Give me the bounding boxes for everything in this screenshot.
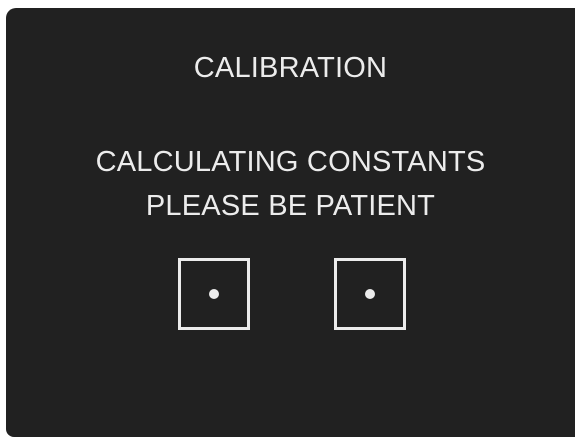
- target-center-dot-icon: [209, 289, 219, 299]
- calibration-target-icon-left: [178, 258, 250, 330]
- status-message-line-2: PLEASE BE PATIENT: [145, 190, 436, 222]
- status-message-line-1: CALCULATING CONSTANTS: [95, 146, 486, 178]
- screen-title: CALIBRATION: [193, 52, 388, 84]
- calibration-target-icon-right: [334, 258, 406, 330]
- calibration-screen: CALIBRATION CALCULATING CONSTANTS PLEASE…: [6, 8, 575, 437]
- target-center-dot-icon: [365, 289, 375, 299]
